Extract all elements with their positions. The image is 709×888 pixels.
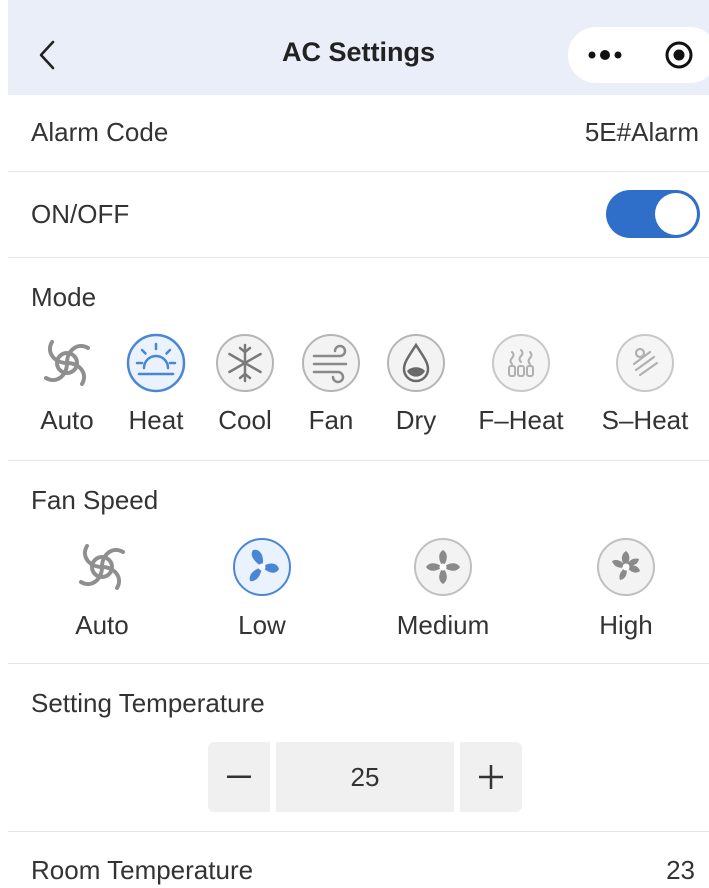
more-dots-icon xyxy=(588,50,622,60)
mode-label: Mode xyxy=(31,282,97,312)
alarm-code-value: 5E#Alarm xyxy=(584,117,699,147)
mode-option-s-heat[interactable]: S–Heat xyxy=(595,330,695,442)
chevron-left-icon xyxy=(39,40,55,70)
target-circle-icon xyxy=(665,41,693,69)
swirl-icon xyxy=(79,544,125,590)
power-toggle[interactable] xyxy=(606,190,700,238)
plus-icon xyxy=(479,765,503,789)
mode-label-f-heat: F–Heat xyxy=(478,405,564,435)
alarm-code-label: Alarm Code xyxy=(31,117,169,147)
fan-speed-option-low[interactable]: Low xyxy=(202,534,322,646)
temperature-value[interactable]: 25 xyxy=(276,742,454,812)
fan-high-icon xyxy=(597,538,655,596)
nav-header: AC Settings xyxy=(8,0,709,95)
wind-icon xyxy=(302,334,360,392)
fan-speed-label-medium: Medium xyxy=(396,610,490,640)
fan-speed-option-auto[interactable]: Auto xyxy=(42,534,162,646)
close-capsule-button[interactable] xyxy=(642,27,709,83)
increase-temperature-button[interactable] xyxy=(460,742,522,812)
room-temperature-value: 23 xyxy=(666,855,695,885)
minus-icon xyxy=(227,775,251,778)
mode-label-s-heat: S–Heat xyxy=(601,405,689,435)
sun-icon xyxy=(126,333,186,393)
toggle-knob xyxy=(655,193,697,235)
divider xyxy=(8,831,709,832)
room-temperature-label: Room Temperature xyxy=(31,855,254,885)
droplet-icon xyxy=(387,334,445,392)
fan-medium-icon xyxy=(414,538,472,596)
fan-speed-option-medium[interactable]: Medium xyxy=(383,534,503,646)
decrease-temperature-button[interactable] xyxy=(208,742,270,812)
temperature-stepper: 25 xyxy=(208,742,522,812)
divider xyxy=(8,663,709,664)
floor-heat-icon xyxy=(492,334,550,392)
mode-option-f-heat[interactable]: F–Heat xyxy=(471,330,571,442)
mini-program-capsule xyxy=(568,27,709,83)
steam-heat-icon xyxy=(616,334,674,392)
divider xyxy=(8,171,709,172)
back-button[interactable] xyxy=(32,38,62,72)
more-button[interactable] xyxy=(568,27,642,83)
fan-speed-option-high[interactable]: High xyxy=(566,534,686,646)
swirl-icon xyxy=(44,340,90,386)
fan-low-icon xyxy=(233,538,291,596)
divider xyxy=(8,257,709,258)
divider xyxy=(8,460,709,461)
snowflake-icon xyxy=(216,334,274,392)
power-label: ON/OFF xyxy=(31,199,130,229)
setting-temperature-label: Setting Temperature xyxy=(31,688,265,718)
fan-speed-label-high: High xyxy=(599,610,653,640)
fan-speed-label-auto: Auto xyxy=(75,610,129,640)
fan-speed-label-low: Low xyxy=(238,610,286,640)
fan-speed-label: Fan Speed xyxy=(31,485,159,515)
